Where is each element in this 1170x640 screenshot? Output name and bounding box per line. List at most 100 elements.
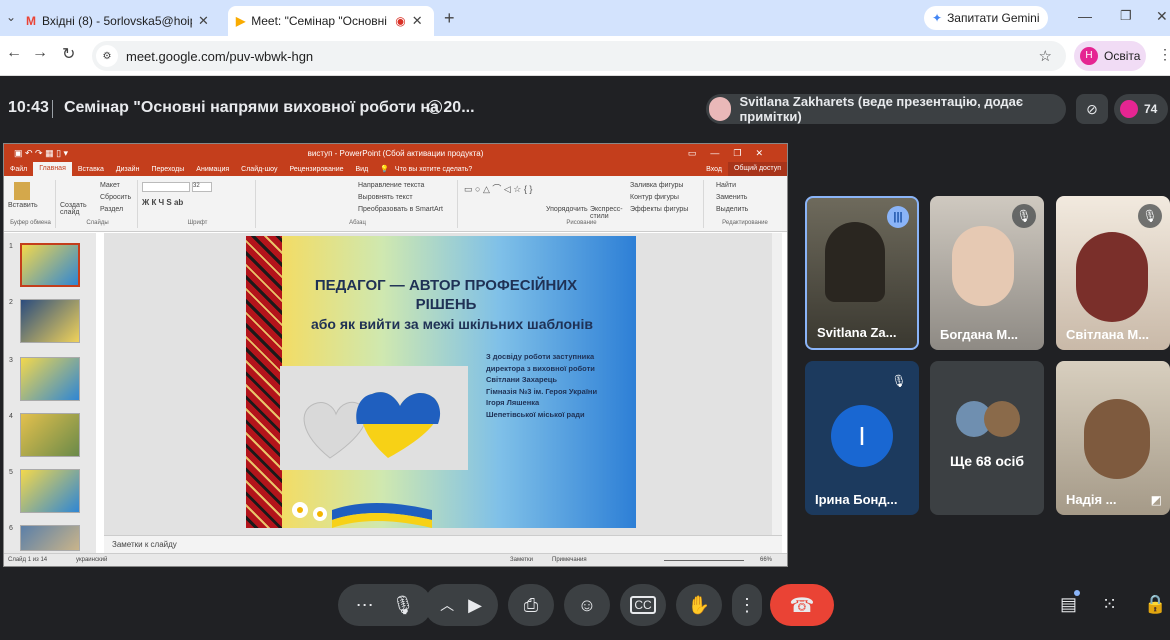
participant-tile[interactable]: ||| Svitlana Za... [805, 196, 919, 350]
back-icon[interactable]: ← [6, 44, 22, 62]
section-label: Раздел [100, 206, 124, 213]
ribbon-group-slides: Создать слайд Макет Сбросить Раздел Слай… [58, 180, 138, 228]
smartart-label: Преобразовать в SmartArt [358, 206, 443, 213]
slide-number: 3 [9, 357, 13, 364]
slide-body-line: З досвіду роботи заступника [486, 352, 595, 361]
replace-label: Заменить [716, 194, 748, 201]
slide-thumbnail [20, 243, 80, 287]
tab-meet[interactable]: ▶ Meet: "Семінар "Основні н... ◉ ✕ [228, 6, 434, 36]
forward-icon[interactable]: → [32, 44, 48, 62]
close-window-icon[interactable]: ✕ [1156, 8, 1168, 25]
notification-dot [1074, 590, 1080, 596]
info-icon[interactable]: i [428, 100, 442, 114]
slide-body-line: директора з виховної роботи [486, 363, 595, 373]
captions-icon: CC [630, 596, 656, 614]
participant-name: Svitlana Za... [817, 325, 897, 340]
shape-outline-label: Контур фигуры [630, 194, 679, 201]
mic-control: ⋯ 🎙 [338, 584, 432, 626]
profile-button[interactable]: Н Освіта [1074, 41, 1146, 71]
ppt-tab-view: Вид [355, 165, 369, 173]
participant-name: Надія ... [1066, 492, 1117, 507]
host-controls-icon[interactable]: 🔒 [1144, 594, 1166, 615]
others-tile[interactable]: Ще 68 осіб [930, 361, 1044, 515]
people-button[interactable]: 74 [1114, 94, 1168, 124]
meet-icon: ▶ [236, 14, 246, 28]
lightbulb-icon: 💡 [380, 166, 389, 173]
meet-header: 10:43 Семінар "Основні напрями виховної … [0, 76, 1170, 140]
close-icon[interactable]: ✕ [412, 13, 423, 29]
participant-tile[interactable]: І 🎙 Ірина Бонд... [805, 361, 919, 515]
end-call-button[interactable]: ☎ [770, 584, 834, 626]
paste-icon [14, 182, 30, 200]
slide-subtitle: або як вийти за межі шкільних шаблонів [311, 316, 593, 332]
others-label: Ще 68 осіб [949, 453, 1025, 469]
more-options-button[interactable]: ⋮ [732, 584, 762, 626]
slide-number: 1 [9, 243, 13, 250]
ppt-titlebar: ▣ ↶ ↷ ▦ ▯ ▾ виступ - PowerPoint (Сбой ак… [4, 144, 787, 162]
slide-thumbnails: 1 2 3 4 5 6 [4, 233, 96, 553]
minimize-icon[interactable]: — [1078, 8, 1092, 24]
ribbon-group-font: 32 Ж К Ч S ab Шрифт [140, 180, 256, 228]
camera-control: ︿ ▶ [424, 584, 498, 626]
presenter-chip[interactable]: Svitlana Zakharets (веде презентацію, до… [706, 94, 1066, 124]
participant-tile[interactable]: 🎙 Світлана М... [1056, 196, 1170, 350]
align-text-label: Выровнять текст [358, 194, 413, 201]
ppt-window-title: виступ - PowerPoint (Сбой активации прод… [307, 148, 484, 158]
chevron-up-icon[interactable]: ︿ [440, 595, 454, 615]
reload-icon[interactable]: ↻ [62, 44, 75, 64]
group-label: Слайды [86, 220, 109, 226]
slide-editing-area: ПЕДАГОГ — АВТОР ПРОФЕСІЙНИХ РІШЕНЬ або я… [104, 233, 782, 535]
bookmark-star-icon[interactable]: ☆ [1039, 47, 1052, 65]
zoom-level: 66% [760, 557, 773, 563]
participant-video [825, 222, 885, 302]
zoom-slider [664, 560, 744, 561]
participant-tile[interactable]: 🎙 Богдана М... [930, 196, 1044, 350]
mic-icon[interactable]: 🎙 [392, 595, 415, 616]
gemini-button[interactable]: ✦ Запитати Gemini [924, 6, 1048, 30]
vertical-scrollbar[interactable] [772, 233, 782, 535]
ppt-tab-animation: Анимация [196, 165, 230, 173]
camera-icon[interactable]: ▶ [468, 595, 482, 616]
close-icon[interactable]: ✕ [198, 13, 209, 29]
participant-tile[interactable]: ◩ Надія ... [1056, 361, 1170, 515]
group-label: Редактирование [722, 220, 768, 226]
kebab-icon: ⋮ [738, 594, 756, 615]
activities-icon[interactable]: ⁙ [1102, 594, 1117, 615]
tab-search-icon[interactable]: ⌄ [6, 10, 16, 24]
participant-video [952, 226, 1014, 306]
slide-thumbnail [20, 299, 80, 343]
divider [52, 100, 53, 118]
presenter-label: Svitlana Zakharets (веде презентацію, до… [739, 94, 1024, 124]
hide-tiles-button[interactable]: ⊘ [1076, 94, 1108, 124]
menu-kebab-icon[interactable]: ⋮ [1158, 46, 1170, 63]
reactions-button[interactable]: ☺ [564, 584, 610, 626]
slide-thumbnail [20, 357, 80, 401]
tab-meet-title: Meet: "Семінар "Основні н... [251, 14, 391, 28]
present-button[interactable]: ⎙ [508, 584, 554, 626]
more-audio-icon[interactable]: ⋯ [356, 595, 374, 616]
meeting-title: Семінар "Основні напрями виховної роботи… [64, 99, 475, 116]
others-avatars [984, 401, 1020, 437]
site-info-icon[interactable]: ⚙ [96, 45, 118, 67]
slide-body-line: Ігоря Ляшенка [486, 398, 540, 407]
chat-icon[interactable]: ▤ [1060, 594, 1077, 615]
raise-hand-button[interactable]: ✋ [676, 584, 722, 626]
captions-button[interactable]: CC [620, 584, 666, 626]
window-controls: ▭—❐✕ [687, 147, 777, 158]
maximize-icon[interactable]: ❐ [1120, 8, 1132, 24]
tab-gmail[interactable]: M Вхідні (8) - 5orlovska5@hoippo... ✕ [18, 6, 224, 36]
new-tab-button[interactable]: + [444, 8, 455, 29]
ppt-tab-file: Файл [10, 165, 28, 173]
present-screen-icon: ⎙ [523, 594, 539, 615]
url-bar[interactable]: ⚙ meet.google.com/puv-wbwk-hgn ☆ [92, 41, 1066, 71]
ppt-status-bar: Слайд 1 из 14 украинский Заметки Примеча… [4, 553, 787, 566]
slide-thumbnail [20, 525, 80, 551]
embroidery-border [246, 236, 282, 528]
ppt-tab-design: Дизайн [115, 165, 140, 173]
shape-effects-label: Эффекты фигуры [630, 206, 689, 213]
select-label: Выделить [716, 206, 749, 213]
gmail-icon: M [26, 14, 36, 28]
slide-number: 4 [9, 413, 13, 420]
ppt-ribbon-tabs: Файл Главная Вставка Дизайн Переходы Ани… [4, 162, 787, 176]
mic-off-icon: 🎙 [891, 374, 907, 388]
